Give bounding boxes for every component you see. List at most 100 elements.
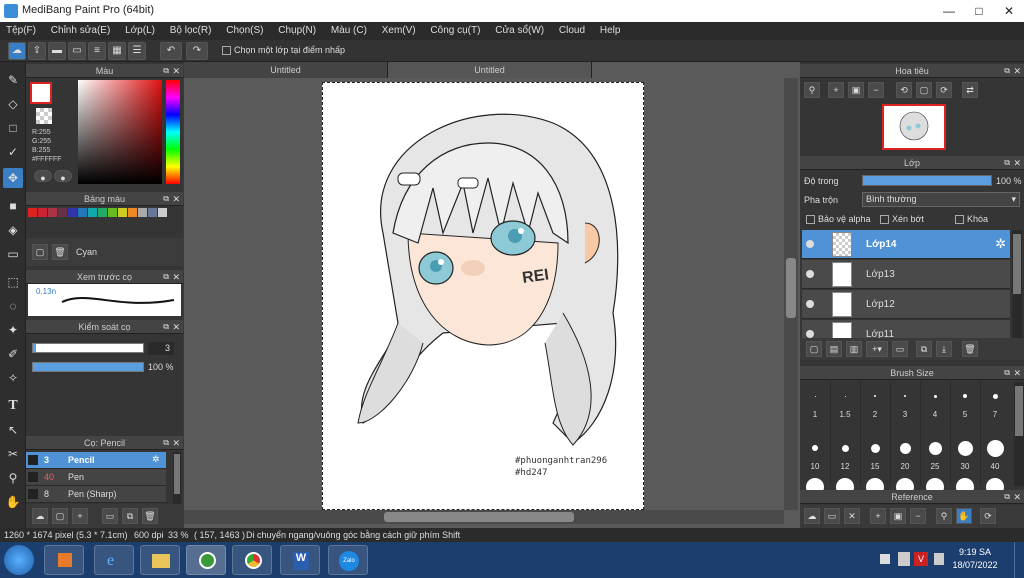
color-swatch[interactable] [58, 208, 67, 217]
color-swatch[interactable] [28, 208, 37, 217]
rotate-icon[interactable]: ⟳ [980, 508, 996, 524]
clip-option[interactable]: Xén bớt [880, 214, 924, 225]
layer-row[interactable]: Lớp11 [802, 320, 1010, 338]
chat-icon[interactable]: ▭ [68, 42, 86, 60]
color-swatch[interactable] [98, 208, 107, 217]
zoom-out-icon[interactable]: − [868, 82, 884, 98]
close-icon[interactable]: ✕ [1013, 366, 1021, 380]
brush-size-dot[interactable] [874, 395, 876, 397]
color-swatch[interactable] [48, 208, 57, 217]
color-swatch[interactable] [158, 208, 167, 217]
text-tool-icon[interactable]: T [3, 396, 23, 416]
menu-layer[interactable]: Lớp(L) [119, 22, 161, 36]
redo-icon[interactable]: ↷ [186, 42, 208, 60]
chrome-icon[interactable] [232, 545, 272, 575]
zoom-in-icon[interactable]: + [870, 508, 886, 524]
rotate-left-icon[interactable]: ⟲ [896, 82, 912, 98]
cloud-icon[interactable]: ☁ [804, 508, 820, 524]
undo-icon[interactable]: ↶ [160, 42, 182, 60]
zoom-out-icon[interactable]: − [910, 508, 926, 524]
close-icon[interactable]: ✕ [1013, 490, 1021, 504]
brush-size-slider[interactable] [32, 343, 144, 353]
saturation-picker[interactable] [78, 80, 162, 184]
gear-icon[interactable]: ✲ [152, 454, 160, 465]
color-swatch[interactable] [138, 208, 147, 217]
ie-browser-icon[interactable]: e [94, 545, 134, 575]
brush-item[interactable]: 3 Pencil ✲ [26, 452, 166, 469]
brush-size-dot[interactable] [841, 444, 849, 452]
close-icon[interactable]: ✕ [172, 320, 180, 334]
brush-size-dot[interactable] [963, 394, 967, 398]
file-explorer-icon[interactable] [140, 545, 180, 575]
divide-tool-icon[interactable]: ✂ [3, 444, 23, 464]
open-file-icon[interactable]: ▭ [824, 508, 840, 524]
eyedropper-icon[interactable]: ⚲ [3, 468, 23, 488]
brush-size-dot[interactable] [928, 441, 942, 455]
float-icon[interactable]: ⧉ [163, 320, 169, 334]
new-8bit-layer-icon[interactable]: ▥ [846, 341, 862, 357]
brush-size-dot[interactable] [814, 395, 816, 397]
palette-swatches[interactable] [28, 208, 178, 220]
network-icon[interactable] [898, 552, 910, 566]
close-icon[interactable]: ✕ [844, 508, 860, 524]
close-icon[interactable]: ✕ [1013, 64, 1021, 78]
brush-size-grid[interactable]: 1 1.5 2 3 4 5 7 10 12 15 20 25 30 40 [800, 382, 1014, 496]
float-icon[interactable]: ⧉ [163, 436, 169, 450]
eraser-tool-icon[interactable]: ◇ [3, 94, 23, 114]
folder-icon[interactable]: ▭ [892, 341, 908, 357]
pen-tool-icon[interactable]: ✓ [3, 142, 23, 162]
new-layer-icon[interactable]: ▢ [806, 341, 822, 357]
new-swatch-icon[interactable]: ▢ [32, 244, 48, 260]
hue-slider[interactable] [166, 80, 180, 184]
actual-size-icon[interactable]: ▢ [916, 82, 932, 98]
move-tool-icon[interactable]: ✥ [3, 168, 23, 188]
color-mode2-icon[interactable]: ● [54, 170, 72, 183]
brush-item[interactable]: 8 Pen (Sharp) [26, 486, 166, 503]
blend-mode-select[interactable]: Bình thường ▾ [862, 192, 1020, 207]
protect-alpha-checkbox[interactable] [806, 215, 815, 225]
delete-brush-icon[interactable]: 🗑 [142, 508, 158, 524]
duplicate-layer-icon[interactable]: ⧉ [916, 341, 932, 357]
new-halftone-layer-icon[interactable]: ▤ [826, 341, 842, 357]
minimize-button[interactable]: — [934, 0, 964, 22]
flag-icon[interactable] [934, 553, 944, 565]
select-eraser-icon[interactable]: ✧ [3, 368, 23, 388]
brush-size-dot[interactable] [812, 445, 818, 451]
eye-icon[interactable] [806, 240, 814, 248]
fill-rect-tool-icon[interactable]: ■ [3, 196, 23, 216]
lasso-tool-icon[interactable]: ◌ [3, 296, 23, 316]
brush-opacity-slider[interactable] [32, 362, 144, 372]
tab-untitled-1[interactable]: Untitled [184, 62, 388, 78]
duplicate-icon[interactable]: ⧉ [122, 508, 138, 524]
float-icon[interactable]: ⧉ [163, 270, 169, 284]
transparent-color[interactable] [36, 108, 52, 124]
magic-wand-icon[interactable]: ✦ [3, 320, 23, 340]
float-icon[interactable]: ⧉ [1004, 156, 1010, 170]
color-swatch[interactable] [68, 208, 77, 217]
zoom-icon[interactable]: ⚲ [804, 82, 820, 98]
color-mode-icon[interactable]: ● [34, 170, 52, 183]
eye-icon[interactable] [806, 330, 814, 338]
color-swatch[interactable] [88, 208, 97, 217]
menu-file[interactable]: Tệp(F) [0, 22, 42, 36]
gradient-tool-icon[interactable]: ▭ [3, 244, 23, 264]
color-swatch[interactable] [148, 208, 157, 217]
canvas-area[interactable]: Untitled Untitled REI #phuonganhtran296 … [184, 62, 800, 528]
menu-select[interactable]: Chọn(S) [220, 22, 269, 36]
gear-icon[interactable]: ✲ [995, 236, 1006, 252]
flip-icon[interactable]: ⇄ [962, 82, 978, 98]
layer-row[interactable]: Lớp13 [802, 260, 1010, 289]
restore-button[interactable]: □ [964, 0, 994, 22]
hand-icon[interactable]: ✋ [956, 508, 972, 524]
select-layer-option[interactable]: Chọn một lớp tại điểm nhấp [222, 45, 345, 56]
brush-size-dot[interactable] [933, 394, 937, 398]
antivirus-icon[interactable]: V [914, 552, 928, 566]
layer-opacity-slider[interactable] [862, 175, 992, 186]
tab-untitled-2[interactable]: Untitled [388, 62, 592, 78]
clock[interactable]: 9:19 SA 18/07/2022 [952, 546, 998, 572]
fit-icon[interactable]: ▣ [848, 82, 864, 98]
grid-icon[interactable]: ▦ [108, 42, 126, 60]
lock-checkbox[interactable] [955, 215, 964, 225]
brush-size-dot[interactable] [899, 442, 911, 454]
brush-item[interactable]: 40 Pen [26, 469, 166, 486]
